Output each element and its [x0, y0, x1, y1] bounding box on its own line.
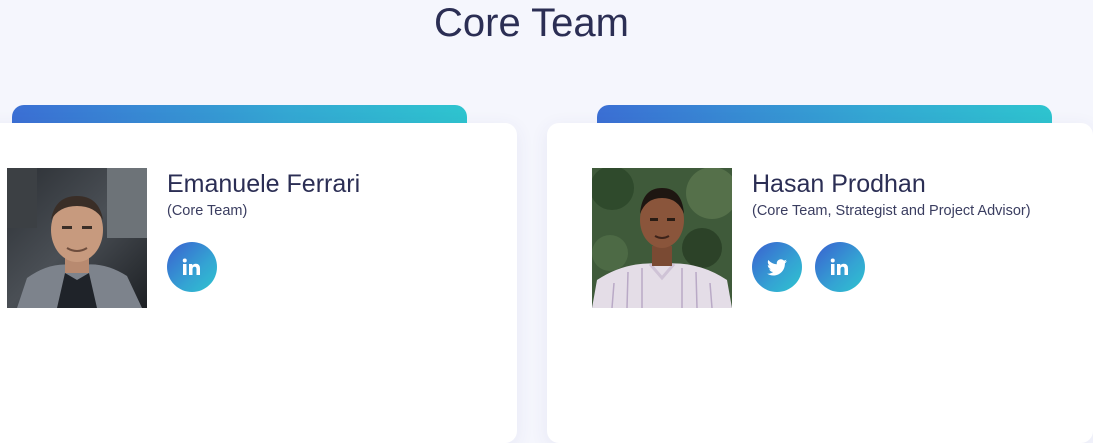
member-photo [7, 168, 147, 308]
member-role: (Core Team) [167, 203, 248, 219]
linkedin-icon [830, 258, 848, 275]
section-title: Core Team [434, 1, 629, 45]
member-photo [592, 168, 732, 308]
social-links [167, 242, 217, 292]
linkedin-button[interactable] [167, 242, 217, 292]
portrait-photo-icon [7, 168, 147, 308]
twitter-icon [767, 258, 787, 275]
member-name: Emanuele Ferrari [167, 170, 361, 198]
member-name: Hasan Prodhan [752, 170, 926, 198]
linkedin-icon [182, 258, 200, 275]
portrait-photo-icon [592, 168, 732, 308]
team-card-body: Emanuele Ferrari (Core Team) [0, 123, 517, 443]
twitter-button[interactable] [752, 242, 802, 292]
team-card-body: Hasan Prodhan (Core Team, Strategist and… [547, 123, 1093, 443]
member-role: (Core Team, Strategist and Project Advis… [752, 203, 1031, 219]
linkedin-button[interactable] [815, 242, 865, 292]
social-links [752, 242, 865, 292]
